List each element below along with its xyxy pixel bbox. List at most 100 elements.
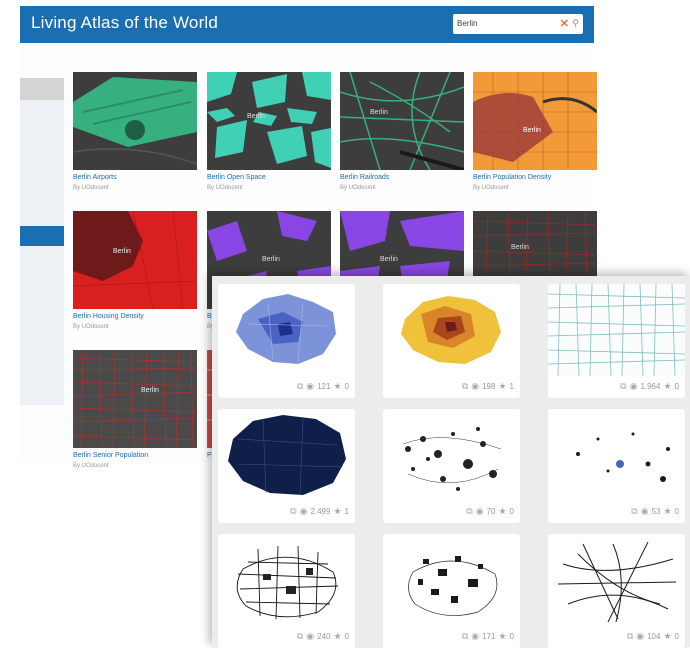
- map-label: Berlin: [141, 387, 159, 394]
- map-thumbnail[interactable]: [218, 534, 355, 626]
- card-stats: ⧉ ◉ 1.964 ★ 0: [620, 381, 679, 392]
- star-icon[interactable]: ★: [663, 506, 671, 517]
- card-stats: ⧉ ◉ 53 ★ 0: [631, 506, 679, 517]
- favorite-count: 0: [674, 507, 679, 516]
- item-title[interactable]: Berlin Housing Density: [73, 313, 197, 320]
- item-title[interactable]: Berlin Airports: [73, 174, 197, 181]
- card-stats: ⧉ ◉ 198 ★ 1: [462, 381, 514, 392]
- item-owner: By UOdocent: [73, 324, 109, 330]
- app-title: Living Atlas of the World: [31, 13, 219, 32]
- item-owner: By UOdocent: [73, 185, 109, 191]
- map-thumbnail[interactable]: Berlin: [73, 350, 197, 448]
- item-card[interactable]: Berlin Berlin Population Density By UOdo…: [473, 72, 597, 191]
- external-link-icon[interactable]: ⧉: [631, 506, 637, 517]
- map-label: Berlin: [523, 127, 541, 134]
- favorite-count: 0: [509, 507, 514, 516]
- search-icon[interactable]: ⚲: [572, 18, 579, 29]
- item-owner: By UOdocent: [73, 463, 109, 469]
- star-icon[interactable]: ★: [498, 506, 506, 517]
- item-owner: By UOdocent: [207, 185, 243, 191]
- item-card[interactable]: Berlin Berlin Railroads By UOdocent: [340, 72, 464, 191]
- external-link-icon[interactable]: ⧉: [620, 381, 626, 392]
- sidebar-header: [20, 78, 64, 100]
- gallery-card[interactable]: ⧉ ◉ 240 ★ 0: [218, 534, 355, 648]
- external-link-icon[interactable]: ⧉: [297, 381, 303, 392]
- close-icon[interactable]: ✕: [560, 17, 569, 30]
- external-link-icon[interactable]: ⧉: [290, 506, 296, 517]
- star-icon[interactable]: ★: [663, 381, 671, 392]
- gallery-card[interactable]: ⧉ ◉ 70 ★ 0: [383, 409, 520, 523]
- item-title[interactable]: Berlin Open Space: [207, 174, 331, 181]
- view-count: 104: [647, 632, 661, 641]
- gallery-card[interactable]: ⧉ ◉ 171 ★ 0: [383, 534, 520, 648]
- map-label: Berlin: [247, 113, 265, 120]
- star-icon[interactable]: ★: [333, 506, 341, 517]
- gallery-card[interactable]: ⧉ ◉ 104 ★ 0: [548, 534, 685, 648]
- item-title[interactable]: Berlin Senior Population: [73, 452, 197, 459]
- item-card[interactable]: Berlin Berlin Senior Population By UOdoc…: [73, 350, 197, 469]
- item-card[interactable]: Berlin Berlin Housing Density By UOdocen…: [73, 211, 197, 330]
- external-link-icon[interactable]: ⧉: [462, 631, 468, 642]
- favorite-count: 0: [344, 382, 349, 391]
- star-icon[interactable]: ★: [498, 631, 506, 642]
- map-thumbnail[interactable]: [218, 284, 355, 376]
- map-thumbnail[interactable]: [548, 409, 685, 501]
- star-icon[interactable]: ★: [498, 381, 506, 392]
- star-icon[interactable]: ★: [663, 631, 671, 642]
- item-owner: By UOdocent: [473, 185, 509, 191]
- item-title[interactable]: Berlin Railroads: [340, 174, 464, 181]
- eye-icon: ◉: [306, 381, 315, 391]
- item-owner: By UOdocent: [340, 185, 376, 191]
- map-thumbnail[interactable]: Berlin: [73, 211, 197, 309]
- external-link-icon[interactable]: ⧉: [627, 631, 633, 642]
- map-thumbnail[interactable]: [383, 534, 520, 626]
- gallery-card[interactable]: ⧉ ◉ 198 ★ 1: [383, 284, 520, 398]
- sidebar-panel: [20, 100, 64, 405]
- external-link-icon[interactable]: ⧉: [462, 381, 468, 392]
- card-stats: ⧉ ◉ 2.499 ★ 1: [290, 506, 349, 517]
- eye-icon: ◉: [299, 506, 308, 516]
- view-count: 1.964: [640, 382, 661, 391]
- map-thumbnail[interactable]: Berlin: [340, 72, 464, 170]
- map-label: Berlin: [262, 256, 280, 263]
- map-thumbnail[interactable]: Berlin: [473, 72, 597, 170]
- favorite-count: 0: [674, 632, 679, 641]
- card-stats: ⧉ ◉ 104 ★ 0: [627, 631, 679, 642]
- eye-icon: ◉: [471, 381, 480, 391]
- eye-icon: ◉: [475, 506, 484, 516]
- gallery-card[interactable]: ⧉ ◉ 2.499 ★ 1: [218, 409, 355, 523]
- map-thumbnail[interactable]: [548, 284, 685, 376]
- map-label: Berlin: [113, 248, 131, 255]
- eye-icon: ◉: [306, 631, 315, 641]
- map-label: Berlin: [511, 244, 529, 251]
- card-stats: ⧉ ◉ 240 ★ 0: [297, 631, 349, 642]
- gallery-card[interactable]: ⧉ ◉ 121 ★ 0: [218, 284, 355, 398]
- star-icon[interactable]: ★: [333, 631, 341, 642]
- external-link-icon[interactable]: ⧉: [297, 631, 303, 642]
- search-input[interactable]: Berlin ✕ ⚲: [453, 14, 583, 34]
- gallery-card[interactable]: ⧉ ◉ 53 ★ 0: [548, 409, 685, 523]
- map-thumbnail[interactable]: [383, 409, 520, 501]
- view-count: 121: [317, 382, 331, 391]
- map-thumbnail[interactable]: [383, 284, 520, 376]
- eye-icon: ◉: [640, 506, 649, 516]
- map-thumbnail[interactable]: [548, 534, 685, 626]
- search-value: Berlin: [457, 19, 478, 28]
- external-link-icon[interactable]: ⧉: [466, 506, 472, 517]
- favorite-count: 0: [509, 632, 514, 641]
- sidebar-item-selected[interactable]: [20, 226, 64, 246]
- star-icon[interactable]: ★: [333, 381, 341, 392]
- map-thumbnail[interactable]: Berlin: [207, 72, 331, 170]
- foreground-gallery: ⧉ ◉ 121 ★ 0 ⧉ ◉ 198 ★ 1 ⧉ ◉ 1.964 ★ 0 ⧉ …: [212, 276, 690, 648]
- eye-icon: ◉: [636, 631, 645, 641]
- map-thumbnail[interactable]: [73, 72, 197, 170]
- item-card[interactable]: Berlin Airports By UOdocent: [73, 72, 197, 191]
- map-label: Berlin: [380, 256, 398, 263]
- map-thumbnail[interactable]: [218, 409, 355, 501]
- gallery-card[interactable]: ⧉ ◉ 1.964 ★ 0: [548, 284, 685, 398]
- view-count: 198: [482, 382, 496, 391]
- view-count: 240: [317, 632, 331, 641]
- view-count: 171: [482, 632, 496, 641]
- item-title[interactable]: Berlin Population Density: [473, 174, 597, 181]
- item-card[interactable]: Berlin Berlin Open Space By UOdocent: [207, 72, 331, 191]
